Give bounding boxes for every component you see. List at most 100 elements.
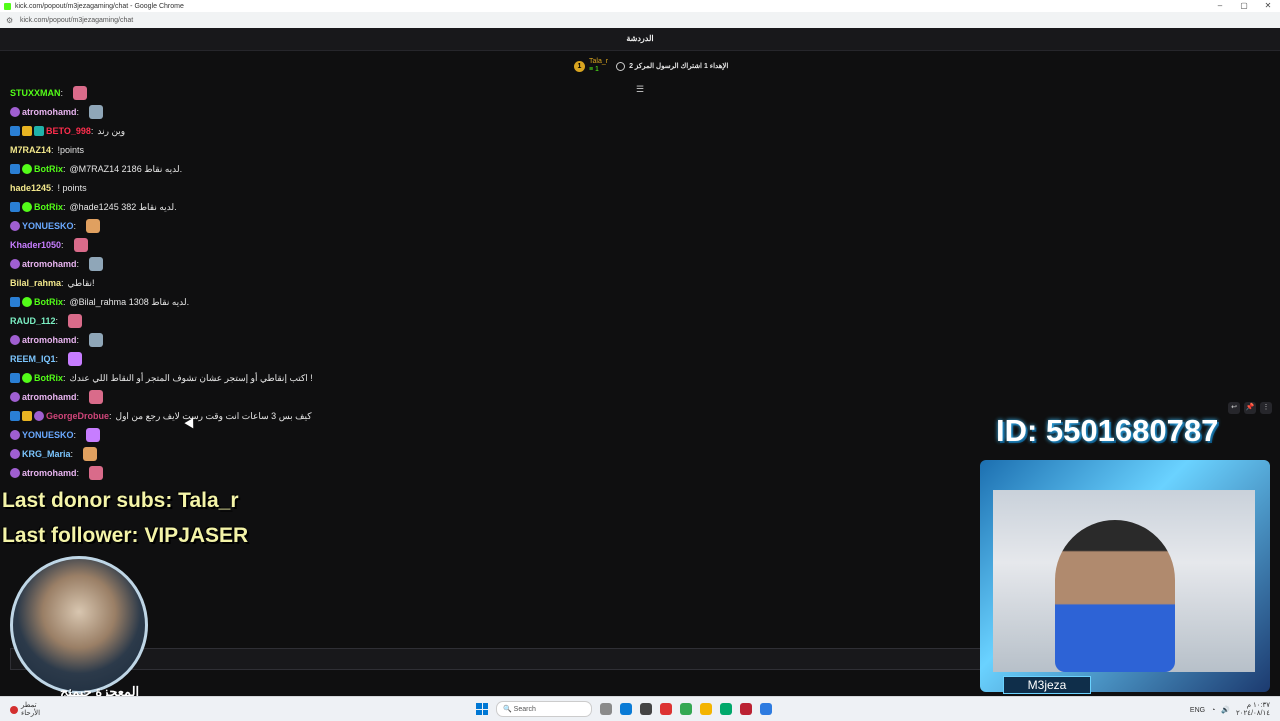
- app-icon-blue[interactable]: [760, 703, 772, 715]
- chat-username[interactable]: GeorgeDrobue: [46, 411, 109, 421]
- chat-message[interactable]: BotRix: @hade1245 لديه نقاط 382.: [10, 198, 177, 216]
- search-placeholder: Search: [513, 705, 536, 713]
- edge-icon[interactable]: [620, 703, 632, 715]
- chat-message[interactable]: YONUESKO:: [10, 426, 101, 444]
- last-donor-overlay: Last donor subs: Tala_r: [2, 489, 239, 512]
- gift-badge-icon: [34, 411, 44, 421]
- pin-icon[interactable]: 📌: [1244, 402, 1256, 414]
- chat-separator: :: [76, 107, 80, 117]
- chat-username[interactable]: RAUD_112: [10, 316, 56, 326]
- chat-username[interactable]: atromohamd: [22, 335, 77, 345]
- taskbar-search[interactable]: 🔍 Search: [496, 701, 592, 717]
- chat-username[interactable]: atromohamd: [22, 468, 77, 478]
- file-explorer-icon[interactable]: [640, 703, 652, 715]
- chat-separator: :: [70, 449, 74, 459]
- app-icon-green[interactable]: [720, 703, 732, 715]
- chat-message[interactable]: Khader1050:: [10, 236, 88, 254]
- system-tray: ENG ◔ 🔊 ١٠:٣٧ م ٢٠٢٤/٠٨/١٤: [1190, 702, 1270, 718]
- maximize-button[interactable]: ▢: [1232, 0, 1256, 12]
- chrome-icon[interactable]: [680, 703, 692, 715]
- window-controls: – ▢ ✕: [1208, 0, 1280, 12]
- chat-username[interactable]: hade1245: [10, 183, 51, 193]
- chat-username[interactable]: Khader1050: [10, 240, 61, 250]
- chat-username[interactable]: Bilal_rahma: [10, 278, 61, 288]
- chat-message[interactable]: atromohamd:: [10, 388, 104, 406]
- chat-separator: :: [51, 145, 54, 155]
- more-icon[interactable]: ⋮: [1260, 402, 1272, 414]
- chat-username[interactable]: BotRix: [34, 373, 63, 383]
- emote-icon: [68, 352, 83, 366]
- chat-message[interactable]: Bilal_rahma: نقاطي!: [10, 274, 95, 292]
- tray-lang[interactable]: ENG: [1190, 707, 1205, 714]
- chat-message[interactable]: BETO_998: وين رند: [10, 122, 125, 140]
- chat-message[interactable]: M7RAZ14: !points: [10, 141, 84, 159]
- chat-message[interactable]: atromohamd:: [10, 255, 104, 273]
- site-info-icon[interactable]: ⚙: [6, 16, 14, 25]
- chat-message[interactable]: RAUD_112:: [10, 312, 83, 330]
- pinned-text: الإهداء 1 اشتراك الرسول المركز 2: [629, 63, 729, 70]
- chat-username[interactable]: BETO_998: [46, 126, 91, 136]
- chat-username[interactable]: KRG_Maria: [22, 449, 71, 459]
- chat-username[interactable]: BotRix: [34, 202, 63, 212]
- kick-favicon-icon: [4, 2, 11, 10]
- chat-message[interactable]: atromohamd:: [10, 103, 104, 121]
- address-bar[interactable]: ⚙ kick.com/popout/m3jezagaming/chat: [0, 12, 1280, 29]
- vip-badge-icon: [22, 411, 32, 421]
- wifi-icon[interactable]: ◔: [1211, 707, 1215, 714]
- chat-message[interactable]: BotRix: @Bilal_rahma لديه نقاط 1308.: [10, 293, 189, 311]
- pinned-username[interactable]: Tala_r: [589, 58, 608, 66]
- chat-separator: :: [61, 278, 64, 288]
- chat-message[interactable]: atromohamd:: [10, 464, 104, 482]
- minimize-button[interactable]: –: [1208, 0, 1232, 12]
- mod-badge-icon: [10, 164, 20, 174]
- chat-text: @M7RAZ14 لديه نقاط 2186.: [69, 163, 183, 174]
- chat-message[interactable]: YONUESKO:: [10, 217, 101, 235]
- chat-message-list[interactable]: STUXXMAN: atromohamd: BETO_998: وين رند M7RA…: [0, 86, 980, 650]
- tray-date[interactable]: ٢٠٢٤/٠٨/١٤: [1236, 710, 1270, 718]
- chat-message[interactable]: GeorgeDrobue: كيف بس 3 ساعات انت وقت رست …: [10, 407, 311, 425]
- chat-message[interactable]: KRG_Maria:: [10, 445, 98, 463]
- volume-icon[interactable]: 🔊: [1221, 706, 1230, 714]
- chat-separator: :: [63, 202, 66, 212]
- emote-icon: [73, 86, 88, 100]
- chat-message[interactable]: atromohamd:: [10, 331, 104, 349]
- weather-widget[interactable]: تمطر الأرحاء: [10, 702, 40, 718]
- pinned-gift-banner[interactable]: 1 Tala_r ≡ 1 الإهداء 1 اشتراك الرسول الم…: [0, 51, 1280, 85]
- message-hover-actions: ↩ 📌 ⋮: [1228, 402, 1272, 414]
- verified-badge-icon: [22, 164, 32, 174]
- verified-badge-icon: [22, 297, 32, 307]
- chat-username[interactable]: BotRix: [34, 297, 63, 307]
- chat-username[interactable]: YONUESKO: [22, 430, 74, 440]
- emote-icon: [89, 333, 104, 347]
- reply-icon[interactable]: ↩: [1228, 402, 1240, 414]
- chat-username[interactable]: BotRix: [34, 164, 63, 174]
- chat-username[interactable]: STUXXMAN: [10, 88, 61, 98]
- chat-message[interactable]: REEM_IQ1:: [10, 350, 83, 368]
- gift-badge-icon: [10, 392, 20, 402]
- chat-username[interactable]: atromohamd: [22, 392, 77, 402]
- chat-message[interactable]: hade1245:! points: [10, 179, 87, 197]
- chat-username[interactable]: atromohamd: [22, 259, 77, 269]
- weather-line1: تمطر: [21, 702, 37, 709]
- chat-input[interactable]: [10, 648, 982, 670]
- close-button[interactable]: ✕: [1256, 0, 1280, 12]
- obs-icon[interactable]: [740, 703, 752, 715]
- chat-message[interactable]: BotRix: @M7RAZ14 لديه نقاط 2186.: [10, 160, 182, 178]
- verified-badge-icon: [22, 202, 32, 212]
- gift-badge-icon: [10, 335, 20, 345]
- chat-username[interactable]: M7RAZ14: [10, 145, 51, 155]
- chat-username[interactable]: REEM_IQ1: [10, 354, 56, 364]
- start-menu-icon[interactable]: [476, 703, 488, 715]
- chat-username[interactable]: atromohamd: [22, 107, 77, 117]
- chat-separator: :: [55, 316, 59, 326]
- chat-username[interactable]: YONUESKO: [22, 221, 74, 231]
- url-text[interactable]: kick.com/popout/m3jezagaming/chat: [20, 17, 133, 24]
- task-view-icon[interactable]: [600, 703, 612, 715]
- chat-message[interactable]: STUXXMAN:: [10, 84, 88, 102]
- tray-time[interactable]: ١٠:٣٧ م: [1236, 702, 1270, 710]
- app-icon-red[interactable]: [660, 703, 672, 715]
- mod-badge-icon: [10, 126, 20, 136]
- chat-message[interactable]: BotRix: اكتب إنقاطي أو إستجر عشان تشوف ال…: [10, 369, 313, 387]
- chat-separator: :: [63, 297, 66, 307]
- folder-icon[interactable]: [700, 703, 712, 715]
